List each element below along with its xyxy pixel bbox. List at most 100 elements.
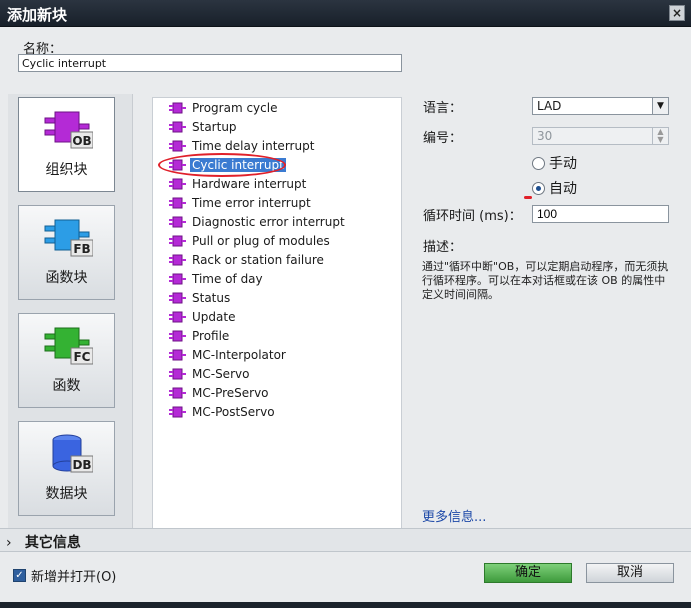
window-title: 添加新块: [7, 6, 68, 24]
block-label: Rack or station failure: [192, 253, 324, 267]
ob-icon: [169, 406, 186, 418]
description-label: 描述：: [423, 240, 463, 255]
ob-icon: [169, 292, 186, 304]
title-bar: 添加新块 ×: [0, 0, 691, 27]
block-label: MC-PreServo: [192, 386, 269, 400]
category-fc-button[interactable]: FC 函数: [18, 313, 115, 408]
radio-auto-dot[interactable]: [532, 181, 545, 195]
radio-manual-label: 手动: [549, 156, 577, 172]
svg-text:OB: OB: [72, 134, 91, 148]
list-item[interactable]: Time of day: [169, 270, 265, 288]
list-item[interactable]: Time error interrupt: [169, 194, 313, 212]
cycle-time-label: 循环时间 (ms)：: [423, 209, 522, 224]
block-label: Diagnostic error interrupt: [192, 215, 345, 229]
spinner-icon: ▲ ▼: [652, 128, 668, 144]
block-label: Status: [192, 291, 231, 305]
ob-icon: [169, 121, 186, 133]
block-label: Program cycle: [192, 101, 278, 115]
radio-auto[interactable]: 自动: [532, 178, 577, 198]
category-fc-label: 函数: [52, 378, 81, 394]
window-frame-bottom: [0, 602, 691, 608]
language-select[interactable]: LAD ▼: [532, 97, 669, 115]
list-item[interactable]: Update: [169, 308, 237, 326]
block-label: Profile: [192, 329, 230, 343]
list-item[interactable]: Status: [169, 289, 232, 307]
number-value: 30: [537, 129, 553, 143]
category-fb-button[interactable]: FB 函数块: [18, 205, 115, 300]
other-info-label: 其它信息: [24, 535, 81, 551]
block-label: Hardware interrupt: [192, 177, 307, 191]
ob-icon: [169, 140, 186, 152]
list-item[interactable]: Program cycle: [169, 99, 279, 117]
language-label: 语言：: [423, 101, 463, 116]
cancel-button[interactable]: 取消: [586, 563, 674, 583]
add-and-open-label: 新增并打开(O): [31, 570, 117, 585]
list-item[interactable]: Profile: [169, 327, 231, 345]
db-block-icon: DB: [52, 434, 93, 473]
other-info-expander[interactable]: › 其它信息: [0, 528, 691, 552]
radio-manual-dot[interactable]: [532, 156, 545, 170]
add-and-open-checkbox[interactable]: ✓ 新增并打开(O): [13, 566, 116, 585]
list-item[interactable]: Diagnostic error interrupt: [169, 213, 347, 231]
list-item[interactable]: Startup: [169, 118, 239, 136]
ob-icon: [169, 311, 186, 323]
more-info-link[interactable]: 更多信息...: [422, 506, 486, 525]
cycle-time-input[interactable]: [532, 205, 669, 223]
list-item[interactable]: MC-Interpolator: [169, 346, 288, 364]
chevron-right-icon[interactable]: ›: [6, 535, 20, 551]
ob-icon: [169, 254, 186, 266]
category-fb-label: 函数块: [45, 270, 88, 286]
list-item[interactable]: Hardware interrupt: [169, 175, 308, 193]
fc-block-icon: FC: [44, 327, 93, 365]
ob-icon: [169, 349, 186, 361]
radio-auto-label: 自动: [549, 181, 577, 197]
fb-block-icon: FB: [44, 219, 93, 257]
add-new-block-dialog: 名称： OB 组织块 FB 函数块: [0, 27, 691, 608]
block-label: MC-PostServo: [192, 405, 275, 419]
ob-icon: [169, 178, 186, 190]
list-item[interactable]: MC-PostServo: [169, 403, 277, 421]
category-ob-label: 组织块: [45, 162, 88, 178]
ob-icon: [169, 387, 186, 399]
list-item[interactable]: Time delay interrupt: [169, 137, 316, 155]
close-button[interactable]: ×: [669, 5, 685, 21]
description-text: 通过"循环中断"OB，可以定期启动程序，而无须执行循环程序。可以在本对话框或在该…: [422, 260, 669, 301]
dialog-footer: ✓ 新增并打开(O) 确定 取消: [0, 552, 691, 608]
ob-icon: [169, 273, 186, 285]
block-label: MC-Interpolator: [192, 348, 286, 362]
block-label: Time error interrupt: [192, 196, 311, 210]
dropdown-arrow-icon[interactable]: ▼: [652, 98, 668, 114]
block-label: Pull or plug of modules: [192, 234, 330, 248]
list-item[interactable]: Pull or plug of modules: [169, 232, 332, 250]
category-db-label: 数据块: [45, 486, 88, 502]
list-item[interactable]: Rack or station failure: [169, 251, 326, 269]
language-value: LAD: [537, 99, 562, 113]
list-item[interactable]: MC-Servo: [169, 365, 251, 383]
ob-icon: [169, 368, 186, 380]
svg-text:FB: FB: [73, 242, 90, 256]
category-db-button[interactable]: DB 数据块: [18, 421, 115, 516]
block-label: Time delay interrupt: [192, 139, 315, 153]
selection-highlight-ellipse: [158, 153, 286, 177]
ok-button[interactable]: 确定: [484, 563, 572, 583]
svg-text:DB: DB: [72, 458, 91, 472]
block-label: MC-Servo: [192, 367, 250, 381]
ob-icon: [169, 235, 186, 247]
block-label: Startup: [192, 120, 237, 134]
red-annotation-mark: [524, 196, 532, 199]
checkbox-checked-icon[interactable]: ✓: [13, 569, 26, 582]
svg-text:FC: FC: [73, 350, 90, 364]
ob-icon: [169, 216, 186, 228]
number-label: 编号：: [423, 131, 463, 146]
radio-manual[interactable]: 手动: [532, 153, 577, 173]
block-label: Time of day: [192, 272, 263, 286]
ob-icon: [169, 330, 186, 342]
ob-icon: [169, 102, 186, 114]
category-ob-button[interactable]: OB 组织块: [18, 97, 115, 192]
ob-block-icon: OB: [44, 111, 93, 149]
name-input[interactable]: [18, 54, 402, 72]
block-label: Update: [192, 310, 236, 324]
number-field: 30 ▲ ▼: [532, 127, 669, 145]
list-item[interactable]: MC-PreServo: [169, 384, 271, 402]
category-panel: OB 组织块 FB 函数块 FC 函数 DB 数据块: [8, 94, 133, 552]
